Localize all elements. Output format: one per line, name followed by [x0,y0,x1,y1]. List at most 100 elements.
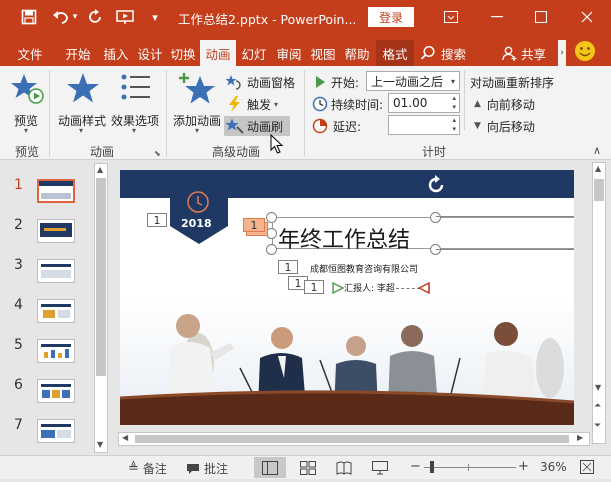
duration-input-value: 01.00 [393,96,428,110]
notes-icon: ≜ [128,461,139,476]
maximize-icon[interactable] [518,0,564,34]
start-select[interactable]: 上一动画之后 ▾ [366,71,460,91]
horizontal-scrollbar[interactable]: ◀ ▶ [118,432,590,446]
start-select-value: 上一动画之后 [371,74,444,89]
collapse-ribbon-icon[interactable]: ∧ [593,144,601,157]
animation-pane-button[interactable]: 动画窗格 [226,72,295,92]
delay-input[interactable]: ▴ ▾ [388,115,460,135]
resize-handle[interactable] [266,244,277,255]
login-button[interactable]: 登录 [368,7,414,27]
slide-thumbnail-6[interactable] [37,379,75,403]
animation-dialog-launcher-icon[interactable]: ⬊ [154,149,161,158]
slide-title[interactable]: 年终工作总结 [278,222,410,254]
thumbnail-scroll-thumb[interactable] [96,178,106,376]
vertical-scroll-thumb[interactable] [594,179,604,201]
animation-order-tag[interactable]: 1 [278,260,298,274]
add-star-icon [179,73,215,104]
present-icon[interactable] [114,6,136,28]
zoom-in-icon[interactable]: + [518,459,529,474]
motion-path-start-icon [332,282,344,294]
reporter-name[interactable]: 汇报人: 李超 [344,281,395,294]
slide-thumbnail-7[interactable] [37,419,75,443]
thumbnail-scrollbar[interactable]: ▲ ▼ [94,163,108,453]
scroll-left-icon[interactable]: ◀ [122,433,128,442]
scroll-right-icon[interactable]: ▶ [577,433,583,442]
zoom-slider[interactable] [424,467,516,468]
slide-thumbnail-4[interactable] [37,299,75,323]
move-earlier-button[interactable]: ▲ 向前移动 [474,94,535,114]
fit-to-window-icon[interactable] [580,460,594,477]
animation-painter-button[interactable]: 动画刷 [224,116,290,136]
vertical-scrollbar[interactable]: ▲ ▼ ⏶ ⏷ [592,162,606,444]
company-name[interactable]: 成都恒图教育咨询有限公司 [310,262,418,275]
normal-view-button[interactable] [254,457,286,478]
tab-animations[interactable]: 动画 [200,40,236,66]
delay-spinner-icon[interactable]: ▴ ▾ [452,116,456,134]
tab-help[interactable]: 帮助 [340,40,374,66]
animation-order-tag-selected[interactable]: 1 [243,218,265,232]
move-later-label: 向后移动 [486,119,535,134]
comments-label: 批注 [204,462,229,476]
zoom-level[interactable]: 36% [540,460,567,474]
tab-view[interactable]: 视图 [306,40,340,66]
comments-button[interactable]: 批注 [186,460,228,477]
animation-order-tag[interactable]: 1 [304,280,324,294]
minimize-icon[interactable] [474,0,520,34]
tab-home[interactable]: 开始 [60,40,96,66]
advanced-animation-group-label: 高级动画 [212,145,261,159]
resize-handle[interactable] [430,212,441,223]
scroll-up-icon[interactable]: ▲ [97,165,103,174]
tab-design[interactable]: 设计 [133,40,167,66]
undo-dropdown-icon[interactable]: ▾ [70,6,80,28]
slide-sorter-icon[interactable] [300,461,316,478]
smiley-feedback-icon[interactable] [574,40,596,62]
slide-thumbnail-5[interactable] [37,339,75,363]
animation-order-tag[interactable]: 1 [147,213,167,227]
ribbon-scroll-right-icon[interactable]: › [558,40,566,66]
close-icon[interactable] [564,0,610,34]
duration-spinner-icon[interactable]: ▴ ▾ [452,94,456,112]
undo-icon[interactable] [50,6,72,28]
slide-thumbnail-1[interactable] [37,179,75,203]
search-box[interactable]: 搜索 [420,40,472,66]
tab-insert[interactable]: 插入 [98,40,134,66]
share-button[interactable]: 共享 [502,40,552,66]
trigger-button[interactable]: 触发 ▾ [226,94,278,114]
tab-transitions[interactable]: 切换 [166,40,200,66]
scroll-down-icon[interactable]: ▼ [97,440,103,449]
rotate-handle-icon[interactable] [425,174,447,196]
tab-slideshow[interactable]: 幻灯 [237,40,271,66]
next-slide-icon[interactable]: ⏷ [594,421,601,431]
lightning-icon [229,96,240,112]
ribbon-display-icon[interactable] [428,0,474,34]
move-later-button[interactable]: ▼ 向后移动 [474,116,535,136]
effect-options-button[interactable]: 效果选项 ▾ [111,72,161,136]
duration-input[interactable]: 01.00 ▴ ▾ [388,93,460,113]
tab-review[interactable]: 审阅 [272,40,306,66]
group-separator [166,70,167,156]
timing-separator [464,70,465,130]
scroll-up-icon[interactable]: ▲ [595,164,601,173]
slide-thumbnail-3[interactable] [37,259,75,283]
slide-canvas[interactable]: 2018 1 1 年终工作总结 1 成都恒图教育咨询有限公司 1 1 汇报人: … [120,170,574,425]
redo-icon[interactable] [84,6,106,28]
add-animation-button[interactable]: 添加动画 ▾ [172,72,224,136]
trigger-dropdown-icon: ▾ [274,99,279,109]
zoom-out-icon[interactable]: − [410,459,421,474]
animation-styles-button[interactable]: 动画样式 ▾ [58,72,108,136]
scroll-down-icon[interactable]: ▼ [595,383,601,392]
customize-qat-icon[interactable]: ▾ [144,6,166,28]
slide-thumbnail-2[interactable] [37,219,75,243]
notes-button[interactable]: ≜ 备注 [128,460,167,477]
zoom-slider-thumb[interactable] [430,461,434,473]
tab-format[interactable]: 格式 [376,40,414,66]
slideshow-view-icon[interactable] [372,461,388,478]
start-select-dropdown-icon: ▾ [450,76,455,86]
preview-button[interactable]: 预览 ▾ [10,72,46,135]
motion-path-end-icon [418,282,430,294]
save-icon[interactable] [18,6,40,28]
reading-view-icon[interactable] [336,461,352,478]
previous-slide-icon[interactable]: ⏶ [594,401,601,411]
horizontal-scroll-thumb[interactable] [135,435,569,443]
tab-file[interactable]: 文件 [10,40,50,66]
